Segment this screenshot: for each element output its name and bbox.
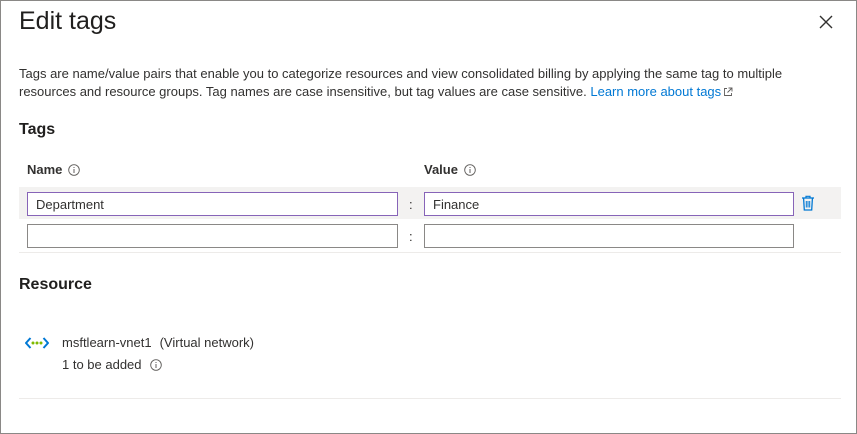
- resource-section-title: Resource: [19, 276, 92, 293]
- info-icon[interactable]: [149, 358, 162, 371]
- tag-value-input[interactable]: [424, 224, 794, 248]
- dialog-title: Edit tags: [19, 7, 117, 35]
- delete-tag-button[interactable]: [799, 194, 817, 212]
- info-icon[interactable]: [464, 163, 476, 176]
- resource-status: 1 to be added: [62, 357, 142, 372]
- tag-name-input[interactable]: [27, 224, 398, 248]
- close-button[interactable]: [817, 13, 835, 31]
- value-column-header: Value: [424, 162, 476, 177]
- name-column-header: Name: [27, 162, 81, 177]
- tags-section-title: Tags: [19, 121, 56, 138]
- tag-name-input[interactable]: [27, 192, 398, 216]
- value-header-label: Value: [424, 162, 458, 177]
- bottom-divider: [19, 398, 841, 399]
- tag-value-input[interactable]: [424, 192, 794, 216]
- section-divider: [19, 252, 841, 253]
- resource-type: (Virtual network): [159, 335, 254, 350]
- tag-separator: :: [409, 229, 413, 244]
- tag-separator: :: [409, 197, 413, 212]
- trash-icon: [802, 195, 814, 211]
- dialog-description: Tags are name/value pairs that enable yo…: [19, 65, 829, 100]
- learn-more-link[interactable]: Learn more about tags: [590, 84, 733, 99]
- external-link-icon: [724, 87, 733, 96]
- resource-name-line: msftlearn-vnet1 (Virtual network): [62, 335, 254, 350]
- virtual-network-icon: [25, 337, 49, 349]
- resource-name: msftlearn-vnet1: [62, 335, 152, 350]
- name-header-label: Name: [27, 162, 63, 177]
- info-icon[interactable]: [68, 163, 81, 176]
- resource-status-line: 1 to be added: [62, 357, 162, 372]
- close-icon: [819, 15, 833, 29]
- learn-more-label: Learn more about tags: [590, 83, 722, 99]
- edit-tags-dialog: Edit tags Tags are name/value pairs that…: [0, 0, 857, 434]
